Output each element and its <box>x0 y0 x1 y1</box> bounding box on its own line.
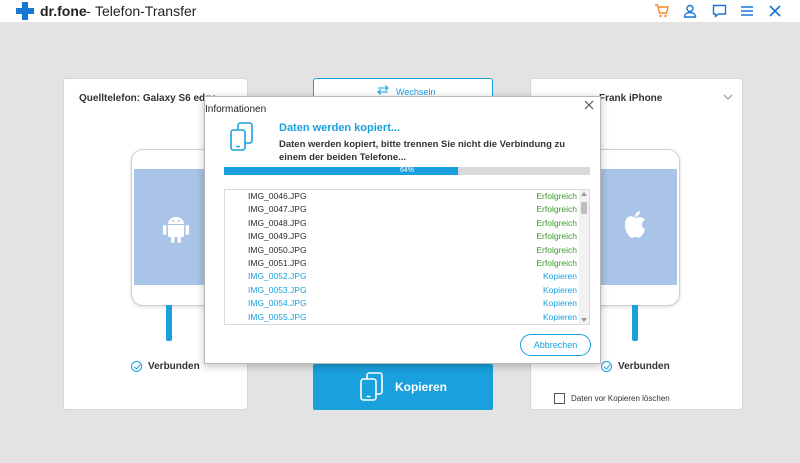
delete-before-copy-option[interactable]: Daten vor Kopieren löschen <box>554 393 670 404</box>
scroll-down-icon[interactable] <box>581 318 587 322</box>
progress-label: 64% <box>399 167 414 174</box>
file-status: Erfolgreich <box>536 217 577 228</box>
user-icon[interactable] <box>680 2 700 20</box>
file-status: Erfolgreich <box>536 258 577 268</box>
target-phone-screen <box>593 169 677 285</box>
app-name: dr.fone <box>40 3 87 19</box>
dialog-message: Daten werden kopiert, bitte trennen Sie … <box>279 139 566 163</box>
file-row: IMG_0049.JPG Erfolgreich <box>225 231 577 244</box>
apple-icon <box>624 211 645 238</box>
file-name: IMG_0053.JPG <box>248 284 307 295</box>
file-status: Kopieren <box>542 271 577 282</box>
copy-button[interactable]: Kopieren <box>313 364 493 410</box>
file-row: IMG_0054.JPG Kopieren <box>225 298 577 311</box>
file-name: IMG_0049.JPG <box>248 231 307 242</box>
chat-icon[interactable] <box>709 2 729 20</box>
progress-bar: 64% <box>224 167 590 175</box>
title-separator: - <box>86 3 91 19</box>
drfone-logo-icon <box>16 2 34 20</box>
file-status: Erfolgreich <box>536 244 577 255</box>
target-status: Verbunden <box>601 361 670 372</box>
close-icon[interactable] <box>765 2 785 20</box>
file-status: Kopieren <box>542 284 577 295</box>
information-dialog: Informationen Daten werden kopiert... Da… <box>204 96 601 364</box>
file-row: IMG_0053.JPG Kopieren <box>225 285 577 298</box>
source-phone-label: Quelltelefon: Galaxy S6 edge <box>79 93 217 104</box>
dialog-heading: Daten werden kopiert... <box>279 122 401 134</box>
file-status: Erfolgreich <box>536 191 577 201</box>
file-name: IMG_0054.JPG <box>248 298 307 309</box>
file-row: IMG_0055.JPG Kopieren <box>225 311 577 324</box>
file-list[interactable]: IMG_0046.JPG Erfolgreich IMG_0047.JPG Erfol… <box>224 189 590 325</box>
file-name: IMG_0051.JPG <box>248 258 307 268</box>
target-phone-image <box>590 149 680 306</box>
scroll-up-icon[interactable] <box>581 192 587 196</box>
file-list-scrollbar[interactable] <box>579 190 589 324</box>
scroll-thumb[interactable] <box>581 202 587 214</box>
file-row: IMG_0052.JPG Kopieren <box>225 271 577 284</box>
phones-transfer-icon <box>360 372 383 401</box>
dialog-title: Informationen <box>205 104 267 115</box>
file-name: IMG_0052.JPG <box>248 271 307 282</box>
file-row: IMG_0050.JPG Erfolgreich <box>225 245 577 258</box>
file-row: IMG_0048.JPG Erfolgreich <box>225 218 577 231</box>
delete-before-copy-label: Daten vor Kopieren löschen <box>571 394 670 403</box>
delete-before-copy-checkbox[interactable] <box>554 393 565 404</box>
file-name: IMG_0055.JPG <box>248 311 307 322</box>
source-phone-cable <box>166 305 172 341</box>
menu-icon[interactable] <box>737 2 757 20</box>
target-phone-label: Frank iPhone <box>599 93 663 104</box>
file-status: Kopieren <box>542 298 577 309</box>
file-status: Kopieren <box>542 311 577 322</box>
app-title: Telefon-Transfer <box>95 3 197 19</box>
file-name: IMG_0050.JPG <box>248 244 307 255</box>
file-row: IMG_0047.JPG Erfolgreich <box>225 204 577 217</box>
dialog-close-icon[interactable] <box>582 98 596 112</box>
target-phone-cable <box>632 305 638 341</box>
phones-transfer-icon <box>227 122 257 152</box>
target-status-label: Verbunden <box>618 361 670 372</box>
file-name: IMG_0046.JPG <box>248 191 307 201</box>
file-status: Erfolgreich <box>536 231 577 242</box>
file-name: IMG_0048.JPG <box>248 217 307 228</box>
abort-button[interactable]: Abbrechen <box>520 334 591 356</box>
cart-icon[interactable] <box>652 2 672 20</box>
check-icon <box>131 361 142 372</box>
android-icon <box>163 217 189 243</box>
file-row: IMG_0046.JPG Erfolgreich <box>225 191 577 204</box>
swap-icon <box>377 85 389 95</box>
copy-button-label: Kopieren <box>394 380 447 394</box>
title-bar: dr.fone - Telefon-Transfer <box>0 0 800 22</box>
file-name: IMG_0047.JPG <box>248 204 307 215</box>
file-status: Erfolgreich <box>536 204 577 215</box>
source-status-label: Verbunden <box>148 361 200 372</box>
file-row: IMG_0051.JPG Erfolgreich <box>225 258 577 271</box>
source-status: Verbunden <box>131 361 200 372</box>
check-icon <box>601 361 612 372</box>
chevron-down-icon[interactable] <box>723 93 733 101</box>
